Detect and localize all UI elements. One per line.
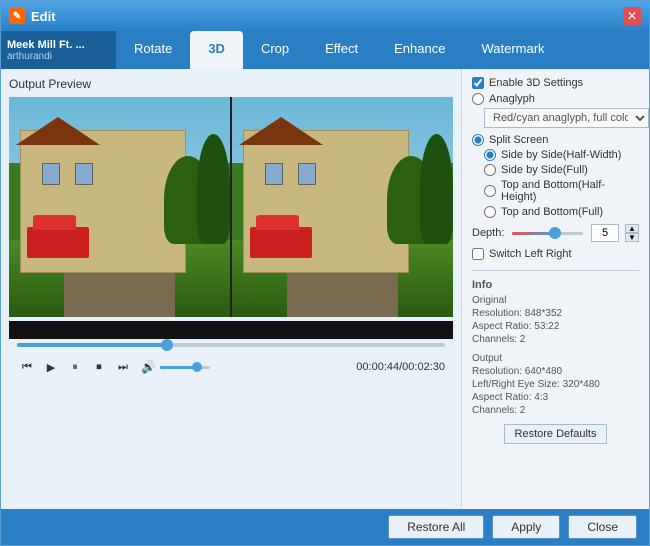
top-full-label: Top and Bottom(Full)	[501, 206, 603, 218]
output-resolution: Resolution: 640*480	[472, 366, 639, 377]
file-info: Meek Mill Ft. ... arthurandi	[1, 31, 116, 69]
preview-label: Output Preview	[9, 77, 453, 91]
tab-3d[interactable]: 3D	[190, 31, 243, 69]
close-button[interactable]: Close	[568, 515, 637, 539]
preview-panel: Output Preview	[1, 69, 461, 509]
tab-crop[interactable]: Crop	[243, 31, 307, 69]
original-channels: Channels: 2	[472, 334, 639, 345]
skip-back-button[interactable]: ⏮	[17, 357, 37, 377]
time-display: 00:00:44/00:02:30	[356, 361, 445, 373]
switch-lr-row: Switch Left Right	[472, 248, 639, 260]
tab-list: Rotate 3D Crop Effect Enhance Watermark	[116, 31, 649, 69]
enable-3d-row: Enable 3D Settings	[472, 77, 639, 89]
info-title: Info	[472, 279, 639, 291]
anaglyph-label: Anaglyph	[489, 93, 535, 105]
close-icon[interactable]: ✕	[623, 7, 641, 25]
divider-1	[472, 270, 639, 271]
side-half-row: Side by Side(Half-Width)	[484, 149, 639, 161]
enable-3d-section: Enable 3D Settings Anaglyph Red/cyan ana…	[472, 77, 639, 260]
file-title: Meek Mill Ft. ...	[7, 39, 110, 51]
restore-defaults-button[interactable]: Restore Defaults	[504, 424, 608, 444]
split-screen-radio[interactable]	[472, 134, 484, 146]
info-section: Info Original Resolution: 848*352 Aspect…	[472, 279, 639, 345]
depth-thumb	[549, 227, 561, 239]
edit-window: ✎ Edit ✕ Meek Mill Ft. ... arthurandi Ro…	[0, 0, 650, 546]
main-content: Output Preview	[1, 69, 649, 509]
top-half-radio[interactable]	[484, 185, 496, 197]
tab-watermark[interactable]: Watermark	[463, 31, 562, 69]
top-full-radio[interactable]	[484, 206, 496, 218]
depth-spinner: ▲ ▼	[625, 224, 639, 242]
enable-3d-checkbox[interactable]	[472, 77, 484, 89]
depth-slider[interactable]	[512, 232, 583, 235]
switch-lr-checkbox[interactable]	[472, 248, 484, 260]
side-full-row: Side by Side(Full)	[484, 164, 639, 176]
depth-row: Depth: 5 ▲ ▼	[472, 224, 639, 242]
top-half-row: Top and Bottom(Half-Height)	[484, 179, 639, 203]
tab-effect[interactable]: Effect	[307, 31, 376, 69]
volume-area: 🔊	[141, 360, 210, 374]
top-half-label: Top and Bottom(Half-Height)	[501, 179, 639, 203]
apply-button[interactable]: Apply	[492, 515, 560, 539]
original-aspect: Aspect Ratio: 53:22	[472, 321, 639, 332]
seekbar-area	[9, 339, 453, 353]
volume-icon: 🔊	[141, 360, 156, 374]
titlebar: ✎ Edit ✕	[1, 1, 649, 31]
side-full-radio[interactable]	[484, 164, 496, 176]
restore-all-button[interactable]: Restore All	[388, 515, 484, 539]
right-panel: Enable 3D Settings Anaglyph Red/cyan ana…	[461, 69, 649, 509]
tabs-bar: Meek Mill Ft. ... arthurandi Rotate 3D C…	[1, 31, 649, 69]
video-preview	[9, 97, 453, 317]
depth-decrement-button[interactable]: ▼	[625, 233, 639, 242]
original-label: Original	[472, 295, 639, 306]
output-channels: Channels: 2	[472, 405, 639, 416]
side-full-label: Side by Side(Full)	[501, 164, 588, 176]
stop-button[interactable]: ⏹	[89, 357, 109, 377]
seekbar-track[interactable]	[17, 343, 445, 347]
black-bar-bottom	[9, 321, 453, 339]
window-title: Edit	[31, 9, 623, 24]
depth-increment-button[interactable]: ▲	[625, 224, 639, 233]
file-subtitle: arthurandi	[7, 51, 110, 62]
switch-lr-label: Switch Left Right	[489, 248, 572, 260]
split-screen-label: Split Screen	[489, 134, 548, 146]
bottom-bar: Restore All Apply Close	[1, 509, 649, 545]
output-section: Output Resolution: 640*480 Left/Right Ey…	[472, 353, 639, 416]
skip-forward-button[interactable]: ⏭	[113, 357, 133, 377]
anaglyph-row: Anaglyph	[472, 93, 639, 105]
seekbar-thumb	[161, 339, 173, 351]
output-aspect: Aspect Ratio: 4:3	[472, 392, 639, 403]
depth-label: Depth:	[472, 227, 504, 239]
output-eye-size: Left/Right Eye Size: 320*480	[472, 379, 639, 390]
tab-rotate[interactable]: Rotate	[116, 31, 190, 69]
pause-button[interactable]: ⏸	[65, 357, 85, 377]
seekbar-fill	[17, 343, 167, 347]
anaglyph-dropdown[interactable]: Red/cyan anaglyph, full color	[484, 108, 649, 128]
video-right	[232, 97, 453, 317]
app-icon: ✎	[9, 8, 25, 24]
video-left	[9, 97, 230, 317]
play-button[interactable]: ▶	[41, 357, 61, 377]
top-full-row: Top and Bottom(Full)	[484, 206, 639, 218]
volume-track[interactable]	[160, 366, 210, 369]
output-label: Output	[472, 353, 639, 364]
split-screen-row: Split Screen	[472, 134, 639, 146]
side-half-label: Side by Side(Half-Width)	[501, 149, 621, 161]
volume-thumb	[192, 362, 202, 372]
side-half-radio[interactable]	[484, 149, 496, 161]
original-resolution: Resolution: 848*352	[472, 308, 639, 319]
anaglyph-radio[interactable]	[472, 93, 484, 105]
depth-value: 5	[591, 224, 619, 242]
controls-bar: ⏮ ▶ ⏸ ⏹ ⏭ 🔊 00:00:44/00:02:30	[9, 353, 453, 381]
tab-enhance[interactable]: Enhance	[376, 31, 463, 69]
enable-3d-label: Enable 3D Settings	[489, 77, 583, 89]
